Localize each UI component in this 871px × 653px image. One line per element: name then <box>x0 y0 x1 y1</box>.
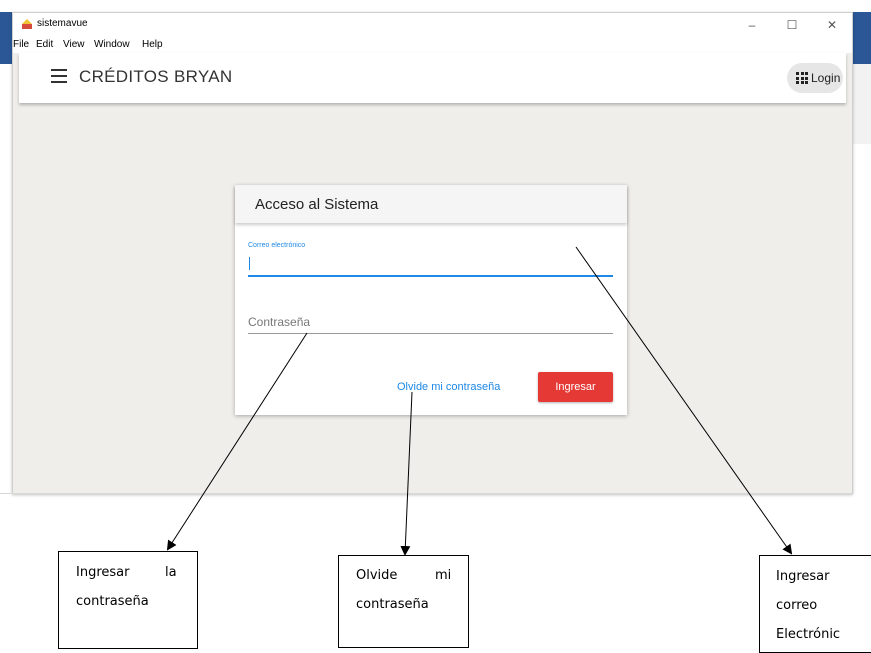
arrow-email <box>575 246 793 555</box>
annotation-text: Electrónic <box>776 627 841 642</box>
annotation-forgot: Olvide mi contraseña <box>338 555 469 648</box>
annotation-text: Ingresar <box>776 569 830 584</box>
annotation-text: contraseña <box>356 597 429 612</box>
annotation-password: Ingresar la contraseña <box>58 551 198 649</box>
arrow-forgot <box>400 391 413 556</box>
annotation-text: Olvide <box>356 568 398 583</box>
annotation-text: la <box>165 565 177 580</box>
annotation-email: Ingresar correo Electrónic <box>759 555 871 653</box>
annotation-text: Ingresar <box>76 565 130 580</box>
annotation-text: contraseña <box>76 594 149 609</box>
annotation-text: correo <box>776 598 818 613</box>
arrow-password <box>166 332 308 551</box>
annotation-text: mi <box>435 568 452 583</box>
